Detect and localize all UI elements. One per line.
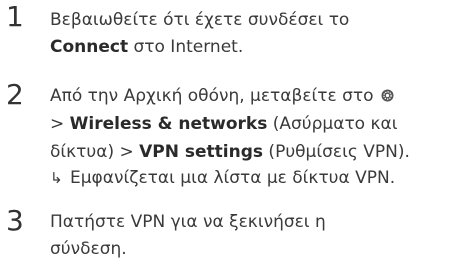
menu-path-vpn: VPN settings — [139, 142, 264, 162]
step-text-line: Από την Αρχική οθόνη, μεταβείτε στο — [50, 85, 394, 107]
gear-icon — [381, 86, 394, 102]
step-result-text: Εμφανίζεται μια λίστα με δίκτυα VPN. — [70, 168, 396, 188]
step-text: (Ασύρματο και — [267, 114, 398, 134]
step-text-line: Βεβαιωθείτε ότι έχετε συνδέσει το — [50, 9, 349, 31]
step-text: Από την Αρχική οθόνη, μεταβείτε στο — [50, 86, 374, 106]
result-arrow-icon: ↳ — [50, 169, 63, 187]
step-number: 3 — [6, 204, 24, 237]
step-text: Πατήστε VPN για να ξεκινήσει η — [50, 212, 326, 232]
step-text: > — [50, 114, 70, 134]
step-result-line: ↳ Εμφανίζεται μια λίστα με δίκτυα VPN. — [50, 167, 395, 189]
step-text: (Ρυθμίσεις VPN). — [263, 142, 410, 162]
step-number: 1 — [6, 0, 24, 33]
menu-path-wireless: Wireless & networks — [69, 114, 268, 134]
step-text: σύνδεση. — [50, 239, 127, 259]
step-text-line: Connect στο Internet. — [50, 36, 243, 58]
step-text-line: > Wireless & networks (Ασύρματο και — [50, 113, 397, 135]
step-text-line: σύνδεση. — [50, 238, 127, 260]
product-name: Connect — [50, 37, 129, 57]
step-text: δίκτυα) > — [50, 142, 140, 162]
step-text: στο Internet. — [128, 37, 244, 57]
step-text-line: Πατήστε VPN για να ξεκινήσει η — [50, 211, 326, 233]
step-text: Βεβαιωθείτε ότι έχετε συνδέσει το — [50, 10, 350, 30]
step-number: 2 — [6, 78, 24, 111]
step-text-line: δίκτυα) > VPN settings (Ρυθμίσεις VPN). — [50, 141, 410, 163]
